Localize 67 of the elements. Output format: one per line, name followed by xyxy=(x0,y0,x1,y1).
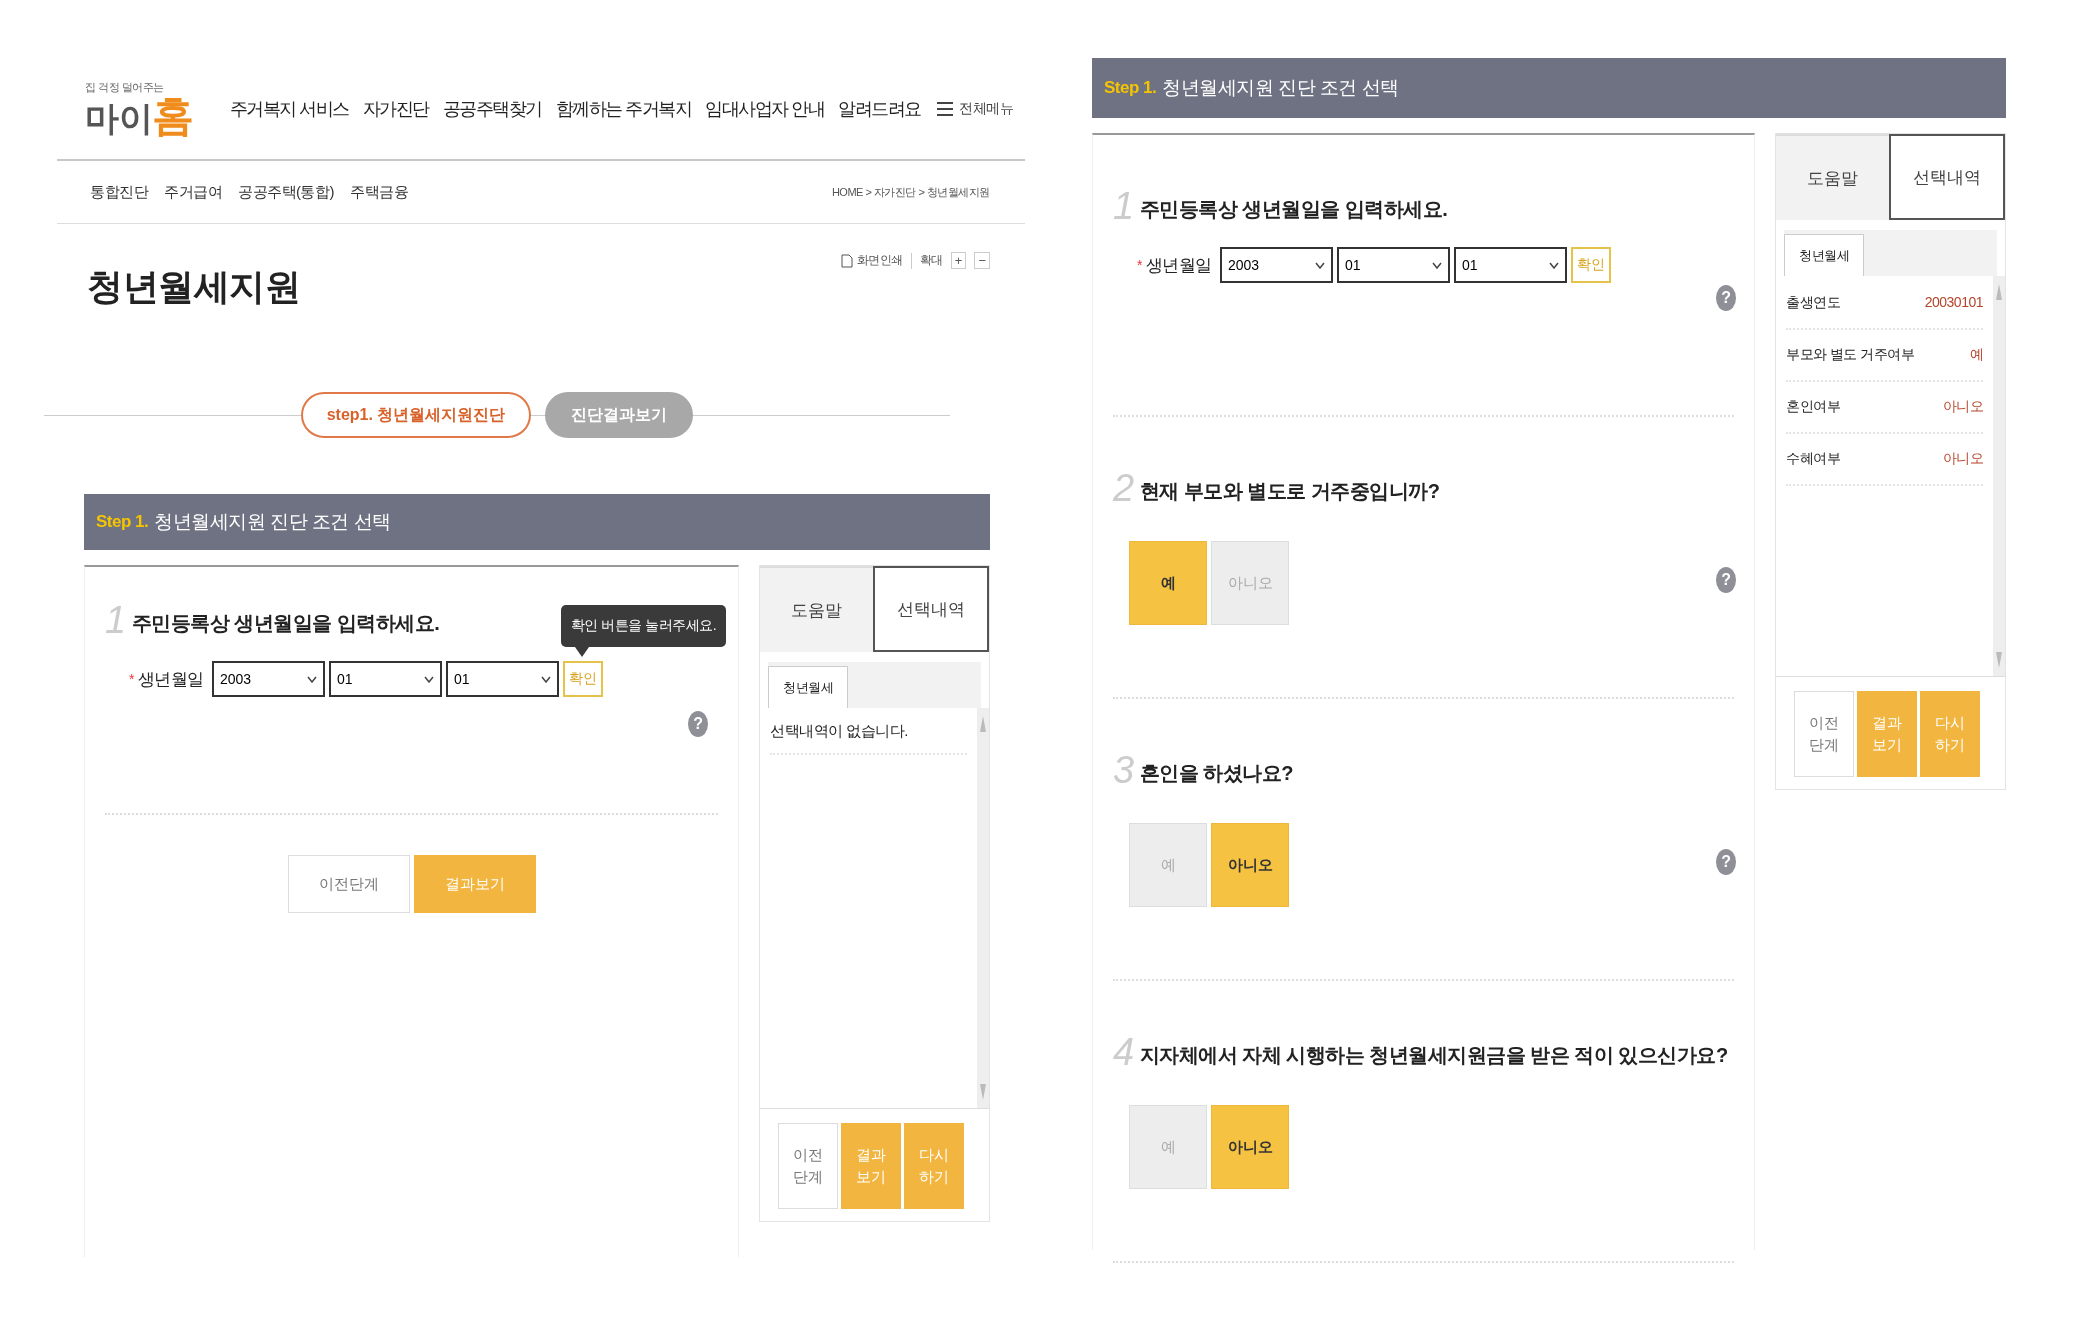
item-label: 부모와 별도 거주여부 xyxy=(1786,346,1915,364)
answer-button[interactable]: 아니오 xyxy=(1211,1105,1289,1189)
zoom-in-button[interactable]: + xyxy=(950,252,967,269)
panel-tab[interactable]: 도움말 xyxy=(760,566,873,652)
section-header: Step 1. 청년월세지원 진단 조건 선택 xyxy=(1092,58,2006,118)
item-label: 출생연도 xyxy=(1786,294,1840,312)
home-logo[interactable]: 집 걱정 덜어주는 마이홈 xyxy=(85,80,194,137)
answer-button[interactable]: 예 xyxy=(1129,541,1207,625)
sub-tab[interactable]: 청년월세 xyxy=(1784,234,1864,276)
print-link[interactable]: 화면인쇄 xyxy=(840,252,903,269)
question-text: 주민등록상 생년월일을 입력하세요. xyxy=(131,611,440,636)
dropdown[interactable]: 01 xyxy=(328,661,442,697)
field-label: 생년월일 xyxy=(1145,254,1212,277)
panel-tab[interactable]: 선택내역 xyxy=(1888,134,2005,220)
panel-button[interactable]: 이전단계 xyxy=(778,1123,838,1209)
item-label: 수혜여부 xyxy=(1786,450,1840,468)
required-mark: * xyxy=(129,671,134,687)
zoom-label: 확대 xyxy=(919,252,943,269)
page-title: 청년월세지원 xyxy=(87,265,301,309)
breadcrumb: HOME > 자가진단 > 청년월세지원 xyxy=(831,184,990,200)
nav-link[interactable]: 주거복지 서비스 xyxy=(229,96,349,121)
all-menu-link[interactable]: 전체메뉴 xyxy=(959,99,1013,118)
chevron-icon xyxy=(1548,261,1559,269)
answer-button[interactable]: 아니오 xyxy=(1211,823,1289,907)
item-label: 혼인여부 xyxy=(1786,398,1840,416)
tooltip: 확인 버튼을 눌러주세요. xyxy=(560,605,727,647)
nav-link[interactable]: 알려드려요 xyxy=(838,96,921,121)
question-text: 주민등록상 생년월일을 입력하세요. xyxy=(1139,197,1448,222)
section-header: Step 1. 청년월세지원 진단 조건 선택 xyxy=(84,494,990,550)
dropdown[interactable]: 01 xyxy=(445,661,559,697)
sub-nav-link[interactable]: 주거급여 xyxy=(164,182,222,202)
sub-tab[interactable]: 청년월세 xyxy=(768,666,848,708)
document-icon xyxy=(840,253,853,268)
chevron-icon xyxy=(423,675,434,683)
item-value: 아니오 xyxy=(1942,398,1983,416)
nav-link[interactable]: 함께하는 주거복지 xyxy=(555,96,692,121)
panel-tab[interactable]: 도움말 xyxy=(1776,134,1889,220)
sub-nav-link[interactable]: 주택금융 xyxy=(350,182,408,202)
item-value: 아니오 xyxy=(1942,450,1983,468)
question-text: 혼인을 하셨나요? xyxy=(1139,761,1293,786)
chevron-icon xyxy=(540,675,551,683)
tooltip-pointer xyxy=(574,647,589,657)
chevron-icon xyxy=(1314,261,1325,269)
menu-icon[interactable] xyxy=(937,101,953,116)
panel-tab[interactable]: 선택내역 xyxy=(872,566,989,652)
chevron-icon xyxy=(306,675,317,683)
required-mark: * xyxy=(1137,257,1142,273)
sub-nav-link[interactable]: 공공주택(통합) xyxy=(238,182,334,202)
field-label: 생년월일 xyxy=(137,668,204,691)
nav-link[interactable]: 임대사업자 안내 xyxy=(705,96,825,121)
zoom-out-button[interactable]: − xyxy=(974,252,990,269)
dropdown[interactable]: 01 xyxy=(1336,247,1450,283)
panel-button[interactable]: 이전단계 xyxy=(1794,691,1854,777)
question-text: 현재 부모와 별도로 거주중입니까? xyxy=(1139,479,1440,504)
nav-link[interactable]: 공공주택찾기 xyxy=(442,96,542,121)
nav-link[interactable]: 자가진단 xyxy=(362,96,429,121)
item-value: 20030101 xyxy=(1924,294,1983,312)
step-button[interactable]: 이전단계 xyxy=(287,855,410,913)
dropdown[interactable]: 2003 xyxy=(1219,247,1333,283)
sub-nav-link[interactable]: 통합진단 xyxy=(90,182,148,202)
dropdown[interactable]: 01 xyxy=(1453,247,1567,283)
chevron-icon xyxy=(1431,261,1442,269)
dropdown[interactable]: 2003 xyxy=(211,661,325,697)
step-tab[interactable]: step1. 청년월세지원진단 xyxy=(300,392,532,438)
item-value: 예 xyxy=(1969,346,1983,364)
question-text: 지자체에서 자체 시행하는 청년월세지원금을 받은 적이 있으신가요? xyxy=(1139,1043,1728,1068)
empty-message: 선택내역이 없습니다. xyxy=(770,710,967,755)
